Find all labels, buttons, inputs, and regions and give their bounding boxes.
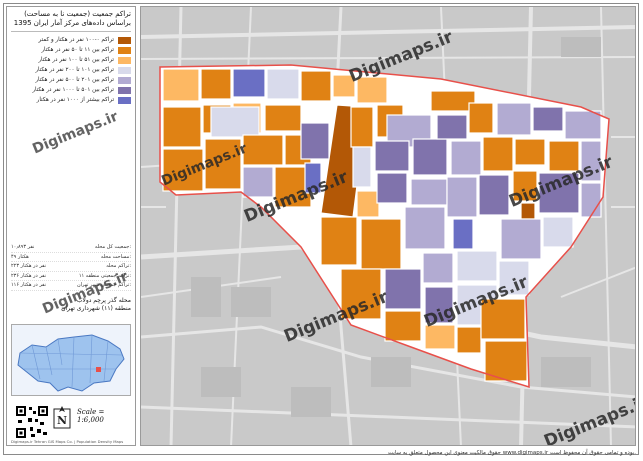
legend-item: تراکم بین ۱۰۱ تا ۲۰۰ نفر در هکتار [11,65,131,75]
stat-label: تراکم جمعیتی منطقه ۱۱: [78,272,131,279]
stat-label: تراکم محله: [106,263,131,269]
map-svg [141,7,635,445]
legend-label: تراکم بین ۵۰۱ تا ۱۰۰۰ نفر در هکتار [32,87,114,93]
district-name: منطقه (۱۱) شهرداری تهران [61,305,131,312]
legend-item: تراکم بیشتر از ۱۰۰۰ نفر در هکتار [11,95,131,105]
legend-swatch [118,46,131,54]
scale-label: Scale = 1:6,000 [77,408,105,424]
district-label: محله گذر پرچم دولاب منطقه (۱۱) شهرداری ت… [11,297,131,313]
stat-value: ۲۳۶ نفر در هکتار [11,272,47,279]
stat-row: ۲۳۶ نفر در هکتار تراکم جمعیتی منطقه ۱۱: [11,272,131,281]
map-canvas[interactable]: Digimaps.ir Digimaps.ir Digimaps.ir Digi… [140,6,636,446]
title-line-2: براساس داده‌های مرکز آمار ایران 1395 [13,19,131,27]
stat-row: ۱۱۶ نفر در هکتار تراکم جمعیتی شهر تهران: [11,281,131,291]
legend-label: تراکم ۰-۱۰۰ نفر در هکتار و کمتر [38,37,115,43]
legend-label: تراکم بین ۱۱ تا ۵۰ نفر در هکتار [41,47,114,53]
sidebar: تراکم جمعیت (جمعیت نا به مساحت) براساس د… [6,6,136,446]
qr-code [15,405,49,439]
stat-label: تراکم جمعیتی شهر تهران: [76,282,131,288]
stat-row: ۱۰٫۸۹۳ نفر جمعیت کل محله: [11,243,131,253]
neighborhood-name: محله گذر پرچم دولاب [76,297,131,304]
stat-value: ۱۱۶ نفر در هکتار [11,282,47,288]
stat-value: ۱۰٫۸۹۳ نفر [11,244,35,250]
legend-label: تراکم بیشتر از ۱۰۰۰ نفر در هکتار [36,97,114,103]
legend-label: تراکم بین ۵۱ تا ۱۰۰ نفر در هکتار [38,57,114,63]
legend-swatch [118,86,131,94]
legend-swatch [118,66,131,74]
legend: تراکم ۰-۱۰۰ نفر در هکتار و کمتر تراکم بی… [11,31,131,105]
stat-value: ۲۲۳ نفر در هکتار [11,263,47,269]
legend-swatch [118,56,131,64]
legend-item: تراکم بین ۲۰۱ تا ۵۰۰ نفر در هکتار [11,75,131,85]
legend-swatch [118,96,131,104]
credit-text: Digimaps.ir Tehran GIS Maps Co. | Popula… [11,439,124,444]
north-arrow: N [53,405,71,429]
legend-item: تراکم ۰-۱۰۰ نفر در هکتار و کمتر [11,35,131,45]
stat-value: ۴۹ هکتار [11,253,29,260]
tehran-outline-map [17,334,125,392]
district-marker [96,367,101,372]
stat-label: مساحت محله: [100,253,131,260]
copyright-footer: حقوق مالکیت معنوی این محصول متعلق به سای… [387,450,636,456]
legend-item: تراکم بین ۵۰۱ تا ۱۰۰۰ نفر در هکتار [11,85,131,95]
legend-label: تراکم بین ۱۰۱ تا ۲۰۰ نفر در هکتار [35,67,114,73]
legend-item: تراکم بین ۵۱ تا ۱۰۰ نفر در هکتار [11,55,131,65]
locator-inset-map [11,324,131,396]
north-label: N [57,414,67,427]
legend-item: تراکم بین ۱۱ تا ۵۰ نفر در هکتار [11,45,131,55]
title-line-1: تراکم جمعیت (جمعیت نا به مساحت) [24,10,131,18]
stat-row: ۴۹ هکتار مساحت محله: [11,253,131,262]
legend-swatch [118,36,131,44]
stats-table: ۱۰٫۸۹۳ نفر جمعیت کل محله: ۴۹ هکتار مساحت… [11,243,131,291]
stat-row: ۲۲۳ نفر در هکتار تراکم محله: [11,262,131,272]
stat-label: جمعیت کل محله: [94,244,131,250]
legend-label: تراکم بین ۲۰۱ تا ۵۰۰ نفر در هکتار [35,77,114,83]
legend-swatch [118,76,131,84]
map-title: تراکم جمعیت (جمعیت نا به مساحت) براساس د… [7,7,135,28]
